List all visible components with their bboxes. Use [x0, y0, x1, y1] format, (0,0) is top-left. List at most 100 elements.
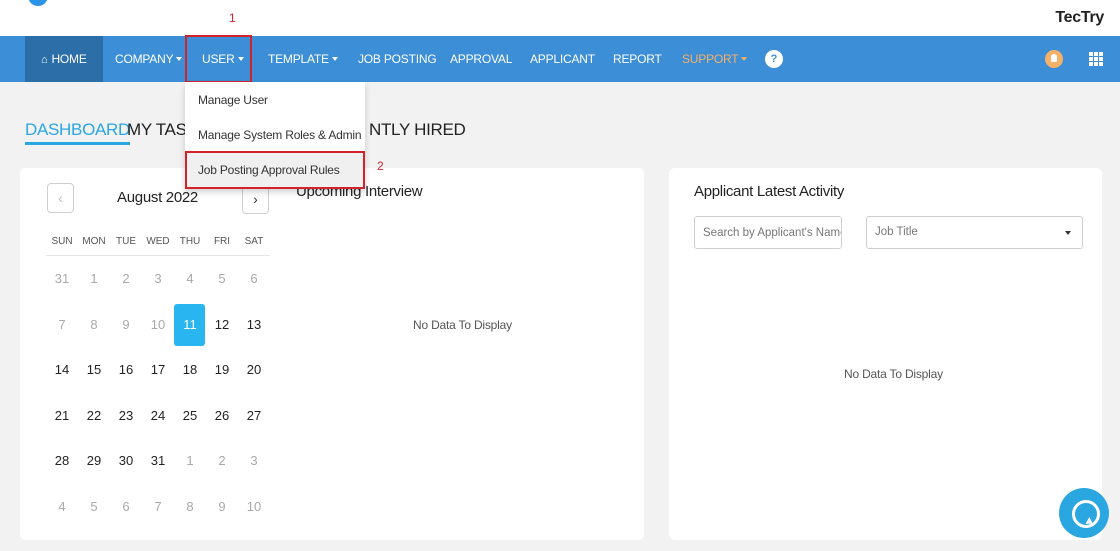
- caret-down-icon: [741, 57, 748, 61]
- calendar-day-number: 5: [218, 271, 226, 286]
- calendar-day[interactable]: 2: [206, 438, 238, 484]
- calendar-day[interactable]: 5: [206, 256, 238, 302]
- calendar-day-number: 4: [186, 271, 194, 286]
- calendar-day-number: 26: [214, 407, 230, 423]
- calendar-day-number: 31: [54, 271, 70, 286]
- calendar-day[interactable]: 26: [206, 393, 238, 439]
- calendar-day[interactable]: 8: [78, 302, 110, 348]
- calendar-week-row: 4 5 6 7 8 9 10: [46, 484, 270, 530]
- calendar-day-number: 14: [54, 362, 70, 377]
- calendar-day[interactable]: 6: [238, 256, 270, 302]
- annotation-box-approval-rules: [185, 151, 365, 189]
- calendar-day[interactable]: 9: [110, 302, 142, 348]
- calendar-day[interactable]: 17: [142, 347, 174, 393]
- brand-name: TecTry: [1055, 9, 1104, 26]
- calendar-day[interactable]: 1: [78, 256, 110, 302]
- calendar-weekday-header: SUN MON TUE WED THU FRI SAT: [46, 227, 270, 256]
- calendar-day-number: 2: [218, 453, 226, 468]
- calendar-day[interactable]: 15: [78, 347, 110, 393]
- calendar-day[interactable]: 10: [238, 484, 270, 530]
- calendar-day[interactable]: 27: [238, 393, 270, 439]
- calendar-day-number: 6: [122, 498, 130, 514]
- calendar-day-number: 31: [150, 453, 166, 468]
- calendar-day-number: 19: [214, 362, 230, 377]
- calendar-day[interactable]: 31: [46, 256, 78, 302]
- calendar-day[interactable]: 25: [174, 393, 206, 439]
- calendar-day[interactable]: 7: [142, 484, 174, 530]
- calendar-day[interactable]: 28: [46, 438, 78, 484]
- calendar-day-number: 9: [122, 316, 130, 332]
- nav-support[interactable]: SUPPORT: [682, 36, 748, 82]
- calendar-day-number: 30: [118, 453, 134, 468]
- calendar-day[interactable]: 30: [110, 438, 142, 484]
- calendar-day[interactable]: 6: [110, 484, 142, 530]
- calendar-day[interactable]: 10: [142, 302, 174, 348]
- menu-item-manage-roles[interactable]: Manage System Roles & Admin: [185, 118, 365, 153]
- calendar-day[interactable]: 16: [110, 347, 142, 393]
- applicant-search-input[interactable]: [694, 216, 842, 249]
- calendar-day[interactable]: 13: [238, 302, 270, 348]
- calendar-day[interactable]: 7: [46, 302, 78, 348]
- chat-bubble-icon[interactable]: [1059, 488, 1109, 538]
- apps-grid-icon[interactable]: [1089, 52, 1103, 66]
- calendar-day-number: 5: [90, 498, 98, 514]
- nav-template[interactable]: TEMPLATE: [268, 36, 338, 82]
- job-title-select[interactable]: Job Title: [866, 216, 1083, 249]
- calendar-day-number: 4: [58, 498, 66, 514]
- calendar-day-number: 8: [186, 498, 194, 514]
- nav-report[interactable]: REPORT: [613, 36, 662, 82]
- calendar-day[interactable]: 8: [174, 484, 206, 530]
- calendar-day-number: 20: [246, 362, 262, 377]
- tab-recently-hired[interactable]: NTLY HIRED: [369, 120, 466, 140]
- tab-dashboard[interactable]: DASHBOARD: [25, 120, 130, 145]
- calendar-week-row: 31 1 2 3 4 5 6: [46, 256, 270, 302]
- calendar-day[interactable]: 19: [206, 347, 238, 393]
- calendar-day-number: 21: [54, 407, 70, 423]
- calendar-day-number: 10: [150, 316, 166, 332]
- calendar-prev-button[interactable]: ‹: [47, 183, 74, 213]
- menu-item-manage-user[interactable]: Manage User: [185, 83, 365, 118]
- annotation-box-user: [185, 35, 252, 83]
- nav-job-posting[interactable]: JOB POSTING: [358, 36, 437, 82]
- help-person-icon[interactable]: ?: [765, 50, 783, 68]
- annotation-number-2: 2: [377, 159, 384, 173]
- logo-icon: [28, 0, 48, 6]
- calendar-day[interactable]: 20: [238, 347, 270, 393]
- calendar-day-number: 22: [86, 407, 102, 423]
- nav-applicant[interactable]: APPLICANT: [530, 36, 595, 82]
- calendar-day[interactable]: 1: [174, 438, 206, 484]
- calendar-day[interactable]: 12: [206, 302, 238, 348]
- calendar-day[interactable]: 4: [174, 256, 206, 302]
- calendar-day[interactable]: 18: [174, 347, 206, 393]
- calendar-day[interactable]: 21: [46, 393, 78, 439]
- calendar-day[interactable]: 29: [78, 438, 110, 484]
- weekday-label: TUE: [116, 236, 136, 247]
- calendar-week-row: 21 22 23 24 25 26 27: [46, 393, 270, 439]
- calendar-day-number: 3: [154, 271, 162, 286]
- applicant-activity-title: Applicant Latest Activity: [694, 183, 845, 200]
- calendar-day[interactable]: 23: [110, 393, 142, 439]
- calendar-day[interactable]: 5: [78, 484, 110, 530]
- calendar-month-label: August 2022: [117, 189, 198, 206]
- calendar-day[interactable]: 24: [142, 393, 174, 439]
- calendar-day-number: 17: [150, 362, 166, 377]
- lightbulb-icon[interactable]: [1045, 50, 1063, 68]
- nav-approval[interactable]: APPROVAL: [450, 36, 512, 82]
- calendar-day-number: 2: [122, 271, 130, 286]
- calendar-day[interactable]: 14: [46, 347, 78, 393]
- annotation-number-1: 1: [229, 11, 236, 25]
- calendar-day[interactable]: 3: [142, 256, 174, 302]
- calendar-day-number: 25: [182, 407, 198, 423]
- calendar-day[interactable]: 31: [142, 438, 174, 484]
- calendar-day-today[interactable]: 11: [174, 302, 206, 348]
- calendar-day[interactable]: 3: [238, 438, 270, 484]
- calendar-day[interactable]: 9: [206, 484, 238, 530]
- upcoming-no-data: No Data To Display: [413, 318, 512, 332]
- weekday-label: THU: [179, 236, 201, 247]
- nav-company[interactable]: COMPANY: [115, 36, 183, 82]
- nav-home[interactable]: ⌂ HOME: [25, 36, 103, 82]
- calendar-day[interactable]: 4: [46, 484, 78, 530]
- calendar-day[interactable]: 22: [78, 393, 110, 439]
- calendar-day[interactable]: 2: [110, 256, 142, 302]
- calendar-week-row: 7 8 9 10 11 12 13: [46, 302, 270, 348]
